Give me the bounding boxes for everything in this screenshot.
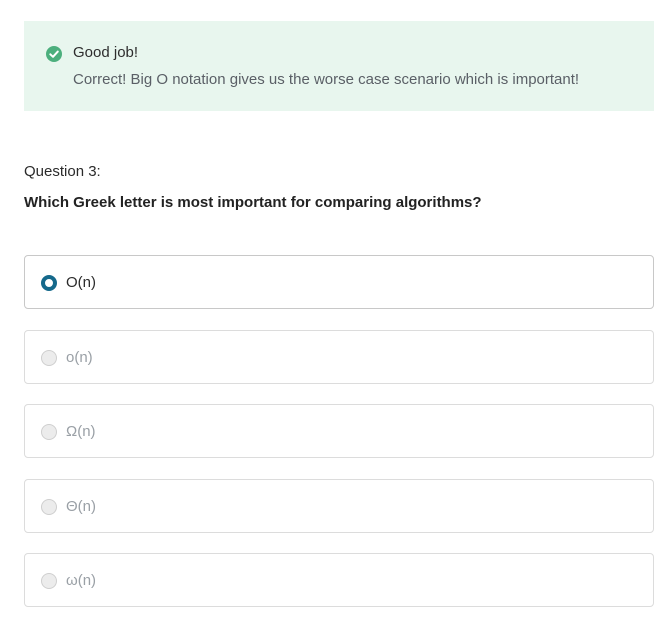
- answer-option-label: o(n): [66, 349, 93, 366]
- answer-option-label: Ω(n): [66, 423, 96, 440]
- radio-button[interactable]: [41, 350, 57, 366]
- feedback-banner: Good job! Correct! Big O notation gives …: [24, 21, 654, 111]
- answer-option-1[interactable]: O(n): [24, 255, 654, 309]
- question-number: Question 3:: [24, 163, 101, 180]
- radio-button[interactable]: [41, 499, 57, 515]
- radio-button-selected[interactable]: [41, 275, 57, 291]
- answer-option-2[interactable]: o(n): [24, 330, 654, 384]
- answer-option-4[interactable]: Θ(n): [24, 479, 654, 533]
- answer-option-5[interactable]: ω(n): [24, 553, 654, 607]
- answer-option-label: ω(n): [66, 572, 97, 589]
- radio-button[interactable]: [41, 424, 57, 440]
- feedback-title: Good job!: [73, 44, 139, 61]
- feedback-message: Correct! Big O notation gives us the wor…: [73, 71, 580, 88]
- answer-option-label: Θ(n): [66, 498, 96, 515]
- question-text: Which Greek letter is most important for…: [24, 194, 482, 211]
- radio-button[interactable]: [41, 573, 57, 589]
- answer-option-3[interactable]: Ω(n): [24, 404, 654, 458]
- answer-option-label: O(n): [66, 274, 96, 291]
- check-circle-icon: [46, 46, 62, 62]
